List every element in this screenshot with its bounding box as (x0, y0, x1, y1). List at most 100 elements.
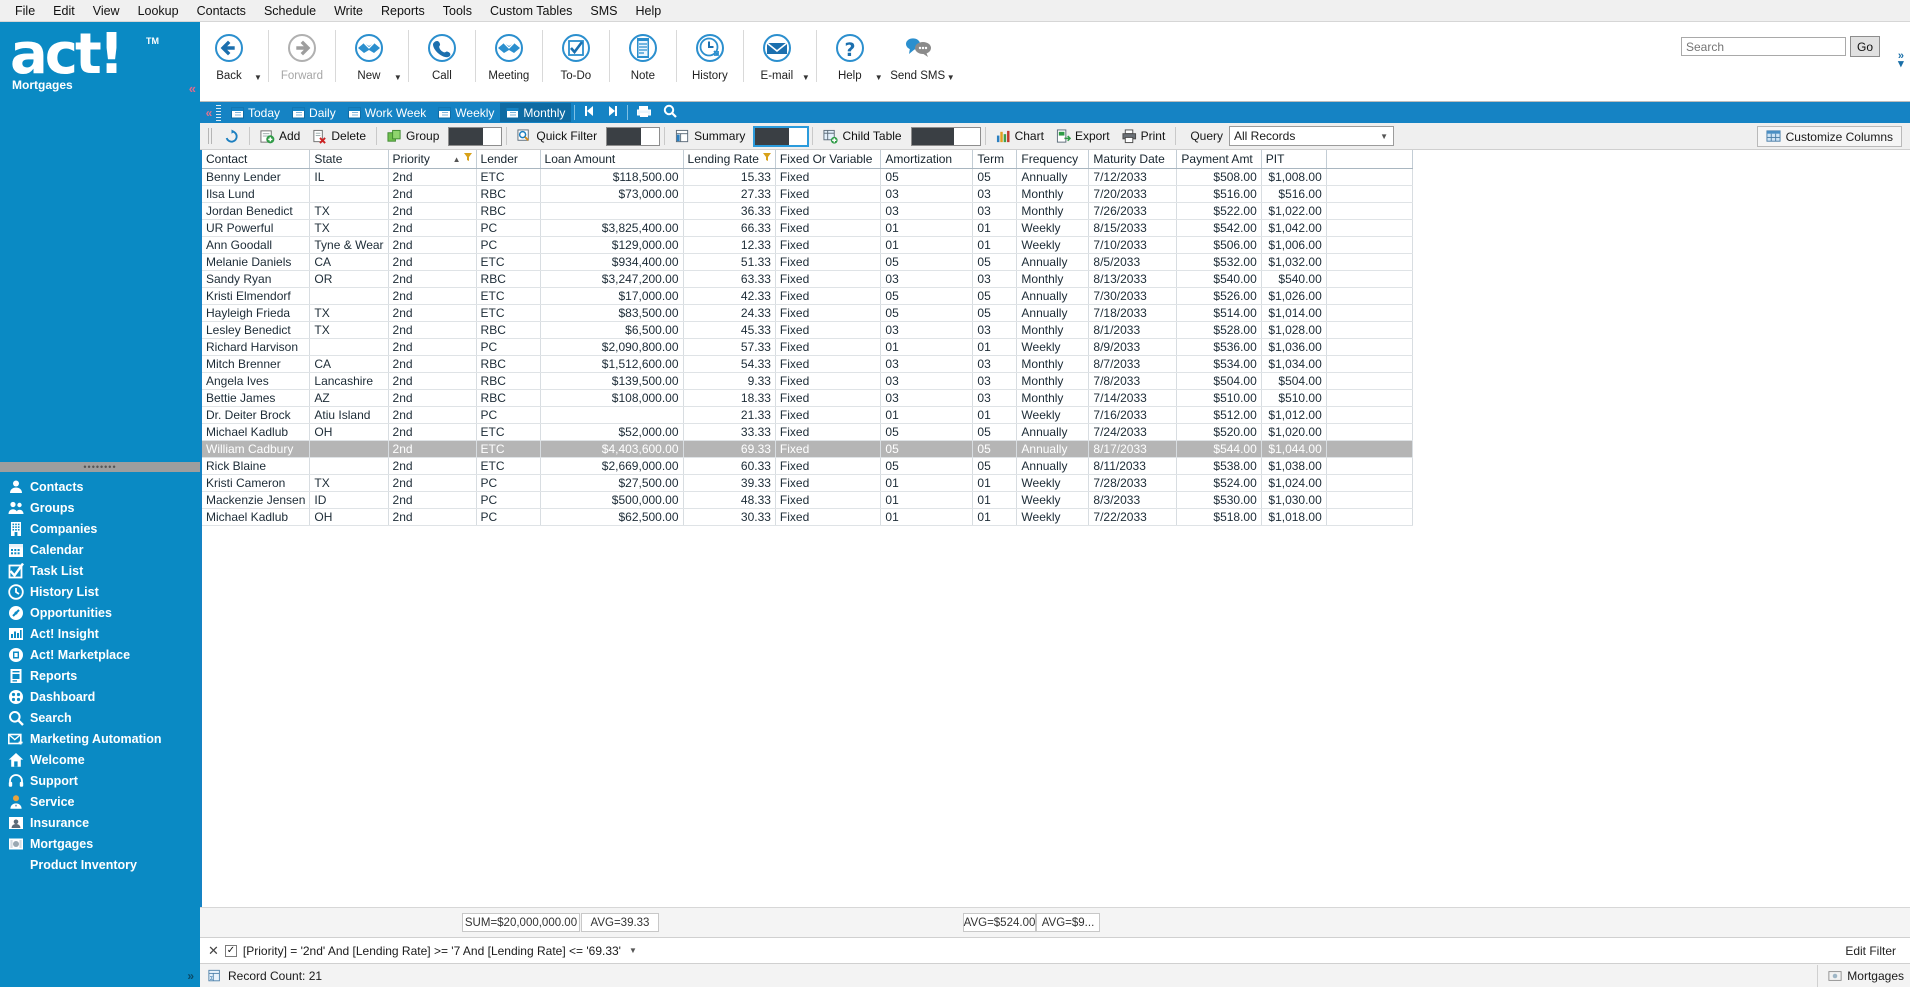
send-sms-toolbar-button[interactable]: Send SMS (885, 28, 951, 82)
table-row[interactable]: Ann GoodallTyne & Wear2ndPC$129,000.0012… (202, 237, 1412, 254)
sidebar-item-groups[interactable]: Groups (0, 497, 200, 518)
edit-filter-link[interactable]: Edit Filter (1845, 944, 1896, 958)
table-row[interactable]: Benny LenderIL2ndETC$118,500.0015.33Fixe… (202, 169, 1412, 186)
sidebar-overflow-icon[interactable]: » (187, 972, 194, 981)
cell-loan[interactable]: $3,825,400.00 (540, 220, 683, 237)
cell-loan[interactable]: $2,090,800.00 (540, 339, 683, 356)
cell-maturity[interactable]: 8/13/2033 (1089, 271, 1177, 288)
cell-blank[interactable] (1326, 220, 1412, 237)
menu-item-contacts[interactable]: Contacts (188, 1, 255, 21)
column-header-rate[interactable]: Lending Rate (683, 150, 775, 169)
cell-loan[interactable]: $108,000.00 (540, 390, 683, 407)
table-row[interactable]: Angela IvesLancashire2ndRBC$139,500.009.… (202, 373, 1412, 390)
cell-loan[interactable]: $83,500.00 (540, 305, 683, 322)
records-grid-container[interactable]: ContactStatePriority▲LenderLoan AmountLe… (200, 150, 1910, 907)
cell-freq[interactable]: Annually (1017, 458, 1089, 475)
cell-fixed[interactable]: Fixed (775, 441, 880, 458)
cell-blank[interactable] (1326, 169, 1412, 186)
column-header-pit[interactable]: PIT (1261, 150, 1326, 169)
print-calendar-icon[interactable] (631, 105, 657, 121)
cell-term[interactable]: 05 (973, 254, 1017, 271)
table-row[interactable]: Jordan BenedictTX2ndRBC36.33Fixed0303Mon… (202, 203, 1412, 220)
history-toolbar-button[interactable]: History (681, 28, 739, 82)
cell-maturity[interactable]: 7/22/2033 (1089, 509, 1177, 526)
cell-term[interactable]: 01 (973, 492, 1017, 509)
table-row[interactable]: Kristi Elmendorf2ndETC$17,000.0042.33Fix… (202, 288, 1412, 305)
cell-pit[interactable]: $540.00 (1261, 271, 1326, 288)
cell-state[interactable]: Tyne & Wear (310, 237, 388, 254)
cell-loan[interactable] (540, 203, 683, 220)
cell-maturity[interactable]: 7/30/2033 (1089, 288, 1177, 305)
cell-amort[interactable]: 05 (881, 424, 973, 441)
cell-rate[interactable]: 69.33 (683, 441, 775, 458)
cell-term[interactable]: 03 (973, 186, 1017, 203)
table-row[interactable]: Bettie JamesAZ2ndRBC$108,000.0018.33Fixe… (202, 390, 1412, 407)
cell-loan[interactable]: $27,500.00 (540, 475, 683, 492)
cell-pit[interactable]: $1,024.00 (1261, 475, 1326, 492)
cell-loan[interactable]: $2,669,000.00 (540, 458, 683, 475)
cell-priority[interactable]: 2nd (388, 237, 476, 254)
cell-rate[interactable]: 48.33 (683, 492, 775, 509)
to-do-toolbar-button[interactable]: To-Do (547, 28, 605, 82)
cell-priority[interactable]: 2nd (388, 220, 476, 237)
cell-loan[interactable]: $52,000.00 (540, 424, 683, 441)
cell-blank[interactable] (1326, 237, 1412, 254)
cell-loan[interactable]: $3,247,200.00 (540, 271, 683, 288)
cell-rate[interactable]: 36.33 (683, 203, 775, 220)
cell-maturity[interactable]: 7/14/2033 (1089, 390, 1177, 407)
cell-term[interactable]: 03 (973, 203, 1017, 220)
cell-term[interactable]: 05 (973, 458, 1017, 475)
cell-payment[interactable]: $514.00 (1177, 305, 1261, 322)
cell-state[interactable] (310, 458, 388, 475)
sidebar-item-companies[interactable]: Companies (0, 518, 200, 539)
cell-rate[interactable]: 57.33 (683, 339, 775, 356)
cell-pit[interactable]: $1,038.00 (1261, 458, 1326, 475)
cell-loan[interactable]: $6,500.00 (540, 322, 683, 339)
cell-pit[interactable]: $1,008.00 (1261, 169, 1326, 186)
column-header-priority[interactable]: Priority▲ (388, 150, 476, 169)
column-header-state[interactable]: State (310, 150, 388, 169)
toolbar-overflow-icon[interactable]: »▾ (1898, 52, 1904, 68)
cell-maturity[interactable]: 8/5/2033 (1089, 254, 1177, 271)
chevron-down-icon[interactable]: ▼ (394, 73, 404, 82)
cell-term[interactable]: 01 (973, 407, 1017, 424)
cell-term[interactable]: 03 (973, 390, 1017, 407)
menu-item-tools[interactable]: Tools (434, 1, 481, 21)
cell-contact[interactable]: Angela Ives (202, 373, 310, 390)
cell-priority[interactable]: 2nd (388, 407, 476, 424)
cell-pit[interactable]: $1,022.00 (1261, 203, 1326, 220)
cell-fixed[interactable]: Fixed (775, 424, 880, 441)
cell-rate[interactable]: 21.33 (683, 407, 775, 424)
cell-fixed[interactable]: Fixed (775, 356, 880, 373)
cell-lender[interactable]: ETC (476, 424, 540, 441)
cell-maturity[interactable]: 8/17/2033 (1089, 441, 1177, 458)
cell-contact[interactable]: Lesley Benedict (202, 322, 310, 339)
cell-pit[interactable]: $1,034.00 (1261, 356, 1326, 373)
cell-term[interactable]: 01 (973, 475, 1017, 492)
cell-blank[interactable] (1326, 305, 1412, 322)
column-filter-icon[interactable] (763, 153, 771, 165)
cell-fixed[interactable]: Fixed (775, 339, 880, 356)
cell-fixed[interactable]: Fixed (775, 509, 880, 526)
cell-state[interactable]: TX (310, 322, 388, 339)
cell-contact[interactable]: Melanie Daniels (202, 254, 310, 271)
cell-priority[interactable]: 2nd (388, 322, 476, 339)
cell-priority[interactable]: 2nd (388, 288, 476, 305)
sidebar-item-search[interactable]: Search (0, 707, 200, 728)
sidebar-item-calendar[interactable]: Calendar (0, 539, 200, 560)
summary-combo[interactable] (754, 127, 808, 146)
query-select[interactable]: All Records ▼ (1229, 126, 1394, 146)
cell-payment[interactable]: $516.00 (1177, 186, 1261, 203)
cell-maturity[interactable]: 8/15/2033 (1089, 220, 1177, 237)
column-header-amort[interactable]: Amortization (881, 150, 973, 169)
cell-loan[interactable]: $73,000.00 (540, 186, 683, 203)
cell-lender[interactable]: ETC (476, 458, 540, 475)
search-input[interactable] (1681, 37, 1846, 56)
sidebar-item-insurance[interactable]: Insurance (0, 812, 200, 833)
cell-lender[interactable]: RBC (476, 271, 540, 288)
cell-contact[interactable]: Sandy Ryan (202, 271, 310, 288)
viewbar-item-weekly[interactable]: Weekly (432, 103, 500, 122)
sidebar-item-act-marketplace[interactable]: Act! Marketplace (0, 644, 200, 665)
cell-blank[interactable] (1326, 407, 1412, 424)
cell-loan[interactable]: $1,512,600.00 (540, 356, 683, 373)
